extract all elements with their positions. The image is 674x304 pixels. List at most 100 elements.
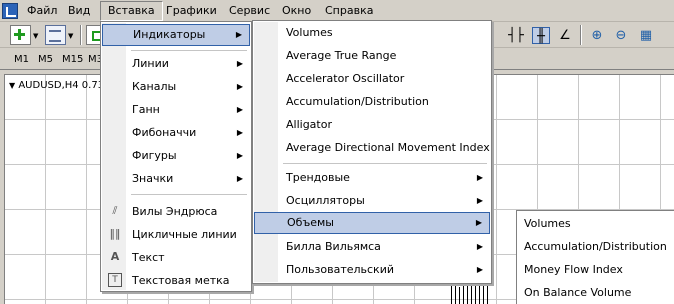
menu-charts[interactable]: Графики <box>159 1 224 21</box>
indicator-accelerator-oscillator[interactable]: Accelerator Oscillator <box>254 68 490 90</box>
pitchfork-icon: ⫽ <box>112 204 118 217</box>
menu-help[interactable]: Справка <box>318 1 380 21</box>
toolbar-separator <box>80 25 82 45</box>
menu-item-label: Alligator <box>286 118 332 131</box>
menu-insert[interactable]: Вставка <box>100 1 163 21</box>
submenu-arrow-icon: ▶ <box>236 105 243 114</box>
indicator-group-bill-williams[interactable]: Билла Вильямса ▶ <box>254 236 490 258</box>
menu-item-label: Фибоначчи <box>132 126 197 139</box>
volume-indicator-volumes[interactable]: Volumes <box>518 213 673 235</box>
timeframe-m5[interactable]: M5 <box>36 51 55 68</box>
collapse-arrow-icon[interactable]: ▼ <box>9 81 15 90</box>
profiles-dropdown-icon[interactable]: ▼ <box>68 33 73 40</box>
volume-indicator-accumulation-distribution[interactable]: Accumulation/Distribution <box>518 236 673 258</box>
menu-item-label: Accumulation/Distribution <box>286 95 429 108</box>
indicator-alligator[interactable]: Alligator <box>254 114 490 136</box>
menu-item-label: On Balance Volume <box>524 286 632 299</box>
chart-symbol-label: AUDUSD,H4 0.73 <box>18 80 105 91</box>
volume-indicator-money-flow-index[interactable]: Money Flow Index <box>518 259 673 281</box>
menu-item-lines[interactable]: Линии ▶ <box>102 53 250 75</box>
menu-item-channels[interactable]: Каналы ▶ <box>102 76 250 98</box>
menu-separator <box>131 50 247 51</box>
menu-item-label: Пользовательский <box>286 263 394 276</box>
insert-menu: Индикаторы ▶ Линии ▶ Каналы ▶ Ганн ▶ Фиб… <box>100 21 252 292</box>
menu-item-label: Трендовые <box>286 171 350 184</box>
menu-item-gann[interactable]: Ганн ▶ <box>102 99 250 121</box>
new-chart-icon[interactable] <box>10 25 31 45</box>
zoom-out-icon[interactable]: ⊖ <box>612 27 630 44</box>
submenu-arrow-icon: ▶ <box>236 174 243 183</box>
menu-item-label: Average True Range <box>286 49 397 62</box>
menu-separator <box>283 163 487 164</box>
indicator-group-oscillators[interactable]: Осцилляторы ▶ <box>254 190 490 212</box>
toolbar-separator <box>580 25 582 45</box>
submenu-arrow-icon: ▶ <box>476 196 483 205</box>
menu-item-label: Осцилляторы <box>286 194 365 207</box>
cycle-lines-icon: ‖‖ <box>109 227 121 240</box>
menu-item-label: Текстовая метка <box>132 274 230 287</box>
new-chart-dropdown-icon[interactable]: ▼ <box>33 33 38 40</box>
menu-separator <box>131 194 247 195</box>
menu-bar: Файл Вид Вставка Графики Сервис Окно Спр… <box>0 0 674 22</box>
menu-item-indicators[interactable]: Индикаторы ▶ <box>102 24 250 46</box>
menu-window[interactable]: Окно <box>275 1 318 21</box>
app-icon[interactable] <box>2 3 18 19</box>
submenu-arrow-icon: ▶ <box>236 82 243 91</box>
menu-item-label: Индикаторы <box>133 28 206 41</box>
indicator-average-true-range[interactable]: Average True Range <box>254 45 490 67</box>
submenu-arrow-icon: ▶ <box>236 59 243 68</box>
line-chart-icon[interactable]: ∠ <box>556 27 574 44</box>
indicator-accumulation-distribution[interactable]: Accumulation/Distribution <box>254 91 490 113</box>
indicator-volumes[interactable]: Volumes <box>254 22 490 44</box>
submenu-arrow-icon: ▶ <box>475 218 482 227</box>
menu-item-label: Билла Вильямса <box>286 240 381 253</box>
profiles-icon[interactable] <box>45 25 66 45</box>
candle <box>459 287 460 304</box>
submenu-arrow-icon: ▶ <box>476 242 483 251</box>
zoom-in-icon[interactable]: ⊕ <box>588 27 606 44</box>
menu-item-arrows[interactable]: Значки ▶ <box>102 168 250 190</box>
candle <box>451 283 452 304</box>
chart-title: ▼ AUDUSD,H4 0.73 <box>9 80 104 91</box>
menu-item-label: Average Directional Movement Index <box>286 141 490 154</box>
bar-chart-icon[interactable]: ┤├ <box>507 27 525 44</box>
candlestick-icon[interactable]: ╫ <box>532 27 550 44</box>
volumes-submenu: Volumes Accumulation/Distribution Money … <box>516 210 674 304</box>
menu-item-text-label[interactable]: T Текстовая метка <box>102 270 250 292</box>
indicator-group-volumes[interactable]: Объемы ▶ <box>254 212 490 234</box>
menu-item-label: Ганн <box>132 103 160 116</box>
menu-item-label: Accumulation/Distribution <box>524 240 667 253</box>
menu-item-text[interactable]: A Текст <box>102 247 250 269</box>
menu-item-label: Volumes <box>524 217 571 230</box>
indicator-group-custom[interactable]: Пользовательский ▶ <box>254 259 490 281</box>
menu-item-label: Объемы <box>287 216 334 229</box>
menu-item-label: Значки <box>132 172 174 185</box>
menu-view[interactable]: Вид <box>61 1 97 21</box>
menu-file[interactable]: Файл <box>20 1 64 21</box>
volume-indicator-on-balance-volume[interactable]: On Balance Volume <box>518 282 673 304</box>
tile-windows-icon[interactable]: ▦ <box>637 27 655 44</box>
menu-item-andrews-pitchfork[interactable]: ⫽ Вилы Эндрюса <box>102 201 250 223</box>
submenu-arrow-icon: ▶ <box>476 173 483 182</box>
menu-item-label: Money Flow Index <box>524 263 623 276</box>
menu-tools[interactable]: Сервис <box>222 1 277 21</box>
menu-item-label: Volumes <box>286 26 333 39</box>
indicator-admi[interactable]: Average Directional Movement Index <box>254 137 490 159</box>
menu-item-label: Вилы Эндрюса <box>132 205 218 218</box>
menu-item-shapes[interactable]: Фигуры ▶ <box>102 145 250 167</box>
menu-item-label: Линии <box>132 57 169 70</box>
text-label-icon: T <box>108 273 122 287</box>
candle <box>471 281 472 304</box>
submenu-arrow-icon: ▶ <box>235 30 242 39</box>
menu-item-cycle-lines[interactable]: ‖‖ Цикличные линии <box>102 224 250 246</box>
submenu-arrow-icon: ▶ <box>236 151 243 160</box>
submenu-arrow-icon: ▶ <box>236 128 243 137</box>
submenu-arrow-icon: ▶ <box>476 265 483 274</box>
menu-item-fibonacci[interactable]: Фибоначчи ▶ <box>102 122 250 144</box>
menu-item-label: Accelerator Oscillator <box>286 72 405 85</box>
menu-item-label: Текст <box>132 251 165 264</box>
timeframe-m1[interactable]: M1 <box>12 51 31 68</box>
timeframe-m15[interactable]: M15 <box>60 51 85 68</box>
indicators-submenu: Volumes Average True Range Accelerator O… <box>252 20 492 284</box>
indicator-group-trend[interactable]: Трендовые ▶ <box>254 167 490 189</box>
